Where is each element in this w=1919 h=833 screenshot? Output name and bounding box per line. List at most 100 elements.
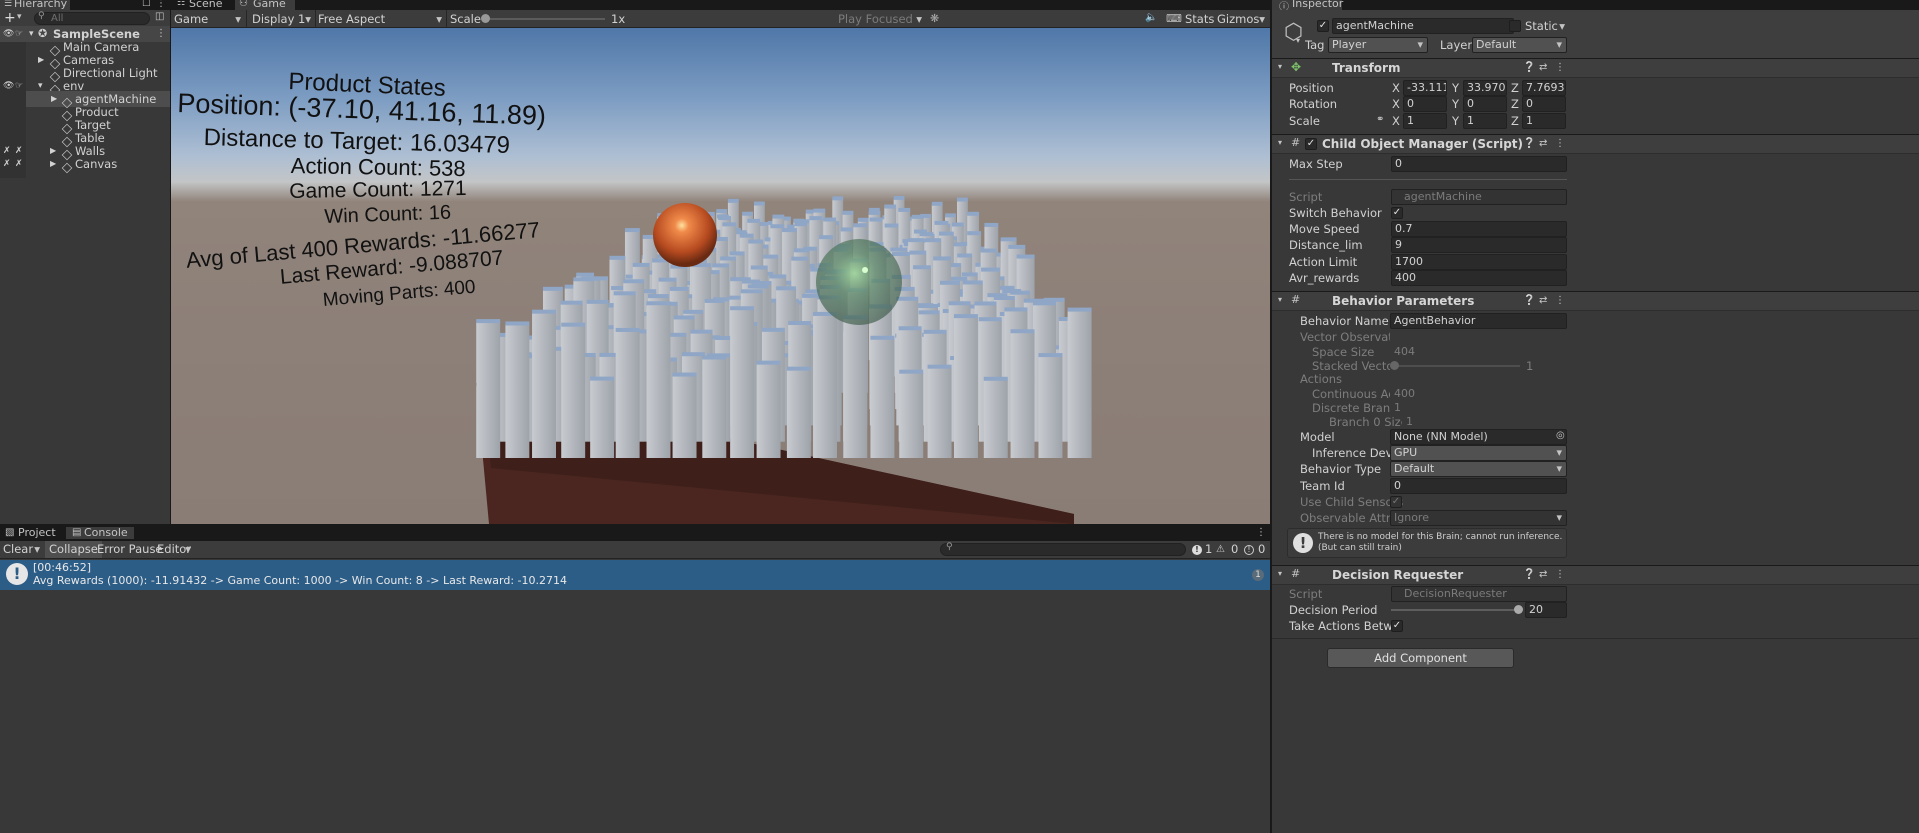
link-icon[interactable]: ⚭ bbox=[1376, 114, 1384, 125]
distance-lim-field[interactable]: 9 bbox=[1391, 237, 1567, 253]
display-dropdown[interactable]: Display 1 bbox=[247, 8, 315, 30]
product-block-top bbox=[716, 209, 728, 214]
foldout-icon[interactable]: ▾ bbox=[1278, 295, 1282, 304]
stacked-vectors-handle bbox=[1390, 361, 1399, 370]
add-component-button[interactable]: Add Component bbox=[1327, 648, 1514, 668]
model-field[interactable]: None (NN Model) bbox=[1390, 429, 1567, 445]
product-block-top bbox=[1000, 237, 1017, 242]
tag-dropdown[interactable]: Player bbox=[1328, 37, 1428, 53]
add-icon[interactable]: + bbox=[4, 10, 16, 26]
product-block bbox=[983, 379, 1008, 458]
product-block-top bbox=[586, 299, 609, 304]
more-menu-icon[interactable]: ⋮ bbox=[1256, 527, 1266, 538]
presets-icon[interactable]: ⇄ bbox=[1539, 295, 1547, 306]
object-picker-icon[interactable]: ◎ bbox=[1556, 430, 1565, 441]
scale-x-field[interactable]: 1 bbox=[1403, 113, 1447, 129]
layer-dropdown[interactable]: Default bbox=[1472, 37, 1567, 53]
console-log-entry[interactable]: ! [00:46:52] Avg Rewards (1000): -11.914… bbox=[0, 560, 1270, 590]
info-icon[interactable]: ! bbox=[1192, 545, 1202, 555]
product-block-top bbox=[761, 327, 785, 332]
gizmos-dropdown[interactable]: Gizmos bbox=[1217, 8, 1269, 30]
decision-period-field[interactable]: 20 bbox=[1525, 602, 1567, 618]
mute-audio-icon[interactable]: 🔈 bbox=[1145, 12, 1157, 23]
transform-header[interactable]: ▾ ✥ Transform ❔ ⇄ ⋮ bbox=[1272, 58, 1919, 78]
product-block-top bbox=[750, 265, 768, 270]
chevron-down-icon[interactable]: ▾ bbox=[17, 12, 22, 22]
collapse-toggle[interactable]: Collapse bbox=[45, 541, 102, 558]
component-enabled-checkbox[interactable]: ✓ bbox=[1305, 138, 1317, 150]
behavior-type-dropdown[interactable]: Default bbox=[1390, 461, 1567, 477]
help-icon[interactable]: ❔ bbox=[1523, 295, 1535, 306]
search-icon: ⚲ bbox=[38, 11, 45, 21]
unpickable-icon[interactable]: ✗ bbox=[15, 156, 23, 172]
more-menu-icon[interactable]: ⋮ bbox=[156, 0, 166, 9]
presets-icon[interactable]: ⇄ bbox=[1539, 569, 1547, 580]
chevron-down-icon[interactable]: ▾ bbox=[1296, 36, 1300, 45]
foldout-icon[interactable]: ▾ bbox=[1278, 138, 1282, 147]
presets-icon[interactable]: ⇄ bbox=[1539, 62, 1547, 73]
action-limit-field[interactable]: 1700 bbox=[1391, 254, 1567, 270]
scale-slider-handle[interactable] bbox=[481, 14, 490, 23]
hidden-icon[interactable]: ✗ bbox=[3, 156, 11, 172]
stats-button[interactable]: Stats bbox=[1185, 8, 1214, 30]
script-field: DecisionRequester bbox=[1391, 586, 1567, 602]
presets-icon[interactable]: ⇄ bbox=[1539, 138, 1547, 149]
component-menu-icon[interactable]: ⋮ bbox=[1555, 295, 1565, 306]
pickable-icon[interactable]: ☞ bbox=[15, 78, 23, 94]
object-name-input[interactable]: agentMachine bbox=[1332, 18, 1514, 34]
help-icon[interactable]: ❔ bbox=[1523, 569, 1535, 580]
active-checkbox[interactable]: ✓ bbox=[1317, 20, 1329, 32]
rotation-x-field[interactable]: 0 bbox=[1403, 96, 1447, 112]
chevron-right-icon[interactable]: ▶ bbox=[50, 156, 56, 172]
game-mode-dropdown[interactable]: Game bbox=[171, 8, 245, 30]
behavior-name-field[interactable]: AgentBehavior bbox=[1390, 313, 1567, 329]
bug-icon[interactable]: ❋ bbox=[930, 12, 939, 25]
help-icon[interactable]: ❔ bbox=[1523, 138, 1535, 149]
behavior-parameters-header[interactable]: ▾ # Behavior Parameters ❔ ⇄ ⋮ bbox=[1272, 291, 1919, 311]
static-dropdown[interactable]: Static bbox=[1525, 18, 1569, 34]
scale-z-field[interactable]: 1 bbox=[1522, 113, 1566, 129]
decision-period-handle[interactable] bbox=[1514, 605, 1523, 614]
rotation-z-field[interactable]: 0 bbox=[1522, 96, 1566, 112]
rotation-y-field[interactable]: 0 bbox=[1463, 96, 1507, 112]
aspect-dropdown[interactable]: Free Aspect bbox=[316, 8, 446, 30]
filter-icon[interactable]: ◫ bbox=[155, 11, 164, 22]
product-block-top bbox=[819, 235, 834, 240]
max-step-field[interactable]: 0 bbox=[1391, 156, 1567, 172]
static-checkbox[interactable] bbox=[1509, 20, 1521, 32]
hierarchy-search-input[interactable]: All bbox=[34, 12, 150, 25]
game-viewport[interactable]: Product States Position: (-37.10, 41.16,… bbox=[171, 28, 1270, 524]
keyboard-shortcuts-icon[interactable]: ⌨ bbox=[1166, 12, 1182, 25]
error-icon[interactable]: ! bbox=[1244, 545, 1254, 555]
scale-y-field[interactable]: 1 bbox=[1463, 113, 1507, 129]
component-menu-icon[interactable]: ⋮ bbox=[1555, 569, 1565, 580]
position-y-field[interactable]: 33.9702 bbox=[1463, 80, 1507, 96]
lock-icon[interactable]: □ bbox=[142, 0, 151, 8]
child-object-manager-header[interactable]: ▾ # ✓ Child Object Manager (Script) ❔ ⇄ … bbox=[1272, 134, 1919, 154]
console-search-input[interactable] bbox=[940, 543, 1186, 556]
error-pause-toggle[interactable]: Error Pause bbox=[97, 538, 163, 560]
scale-slider-track[interactable] bbox=[485, 18, 605, 20]
position-z-field[interactable]: 7.76933 bbox=[1522, 80, 1566, 96]
switch-behavior-checkbox[interactable]: ✓ bbox=[1391, 207, 1403, 219]
foldout-icon[interactable]: ▾ bbox=[1278, 569, 1282, 578]
visibility-icon[interactable]: 👁 bbox=[3, 78, 14, 94]
team-id-field[interactable]: 0 bbox=[1390, 478, 1567, 494]
product-block bbox=[1038, 356, 1063, 458]
decision-requester-header[interactable]: ▾ # Decision Requester ❔ ⇄ ⋮ bbox=[1272, 565, 1919, 585]
play-focused-dropdown[interactable]: Play Focused bbox=[838, 8, 926, 30]
take-actions-between-checkbox[interactable]: ✓ bbox=[1391, 620, 1403, 632]
editor-dropdown[interactable]: Editor bbox=[157, 538, 195, 560]
decision-period-slider[interactable] bbox=[1391, 609, 1517, 611]
inference-device-dropdown[interactable]: GPU bbox=[1390, 445, 1567, 461]
avr-rewards-field[interactable]: 400 bbox=[1391, 270, 1567, 286]
warning-icon[interactable]: ⚠ bbox=[1216, 544, 1225, 555]
component-menu-icon[interactable]: ⋮ bbox=[1555, 138, 1565, 149]
move-speed-field[interactable]: 0.7 bbox=[1391, 221, 1567, 237]
help-icon[interactable]: ❔ bbox=[1523, 62, 1535, 73]
foldout-icon[interactable]: ▾ bbox=[1278, 62, 1282, 71]
clear-button[interactable]: Clear bbox=[0, 538, 44, 560]
component-menu-icon[interactable]: ⋮ bbox=[1555, 62, 1565, 73]
list-item[interactable]: ✗ ✗ ▶ Canvas bbox=[0, 156, 170, 173]
position-x-field[interactable]: -33.1116 bbox=[1403, 80, 1447, 96]
